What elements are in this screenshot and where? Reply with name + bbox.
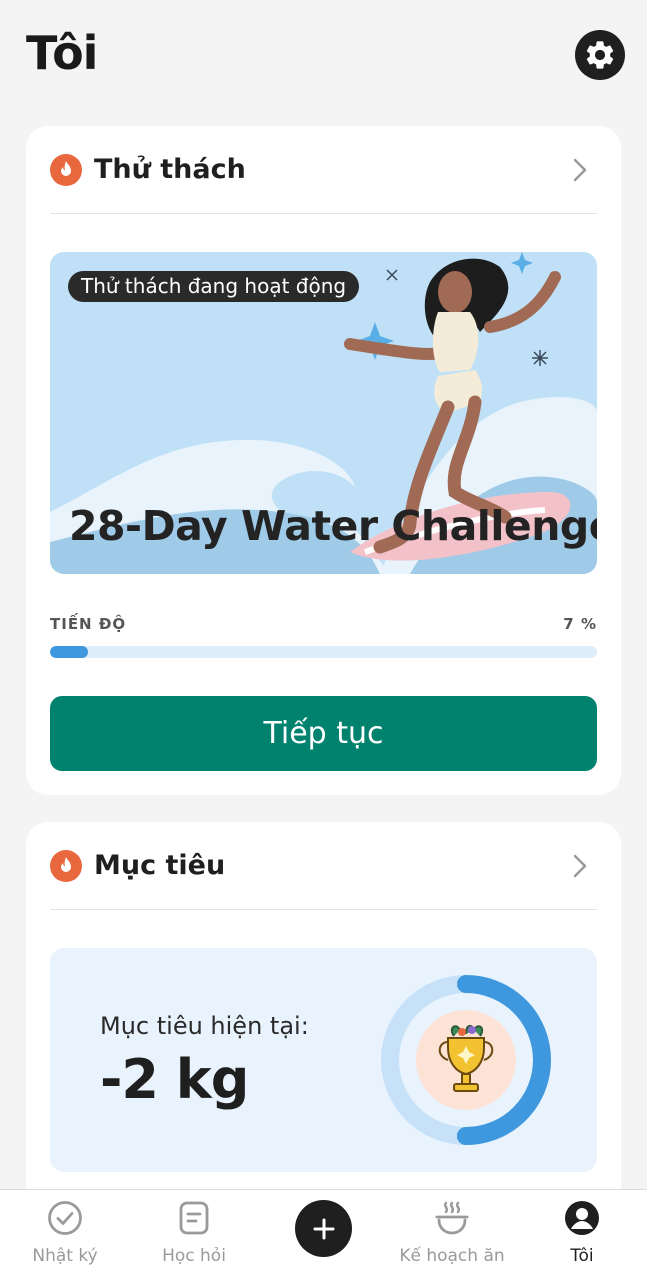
settings-button[interactable] bbox=[575, 30, 625, 80]
gear-icon bbox=[586, 41, 614, 69]
goal-progress-ring bbox=[381, 975, 551, 1145]
nav-label: Kế hoạch ăn bbox=[399, 1246, 505, 1266]
page-title: Tôi bbox=[26, 26, 98, 80]
challenge-header[interactable]: Thử thách bbox=[50, 126, 597, 214]
check-circle-icon bbox=[48, 1201, 82, 1235]
nav-label: Nhật ký bbox=[32, 1246, 98, 1266]
fire-icon bbox=[50, 153, 82, 186]
nav-label: Tôi bbox=[570, 1246, 594, 1266]
nav-item-diary[interactable]: Nhật ký bbox=[0, 1190, 130, 1280]
challenge-card: Thử thách Thử thách đang hoạt động 28-Da… bbox=[26, 126, 621, 795]
nav-item-profile[interactable]: Tôi bbox=[517, 1190, 647, 1280]
goal-card: Mục tiêu Mục tiêu hiện tại: -2 kg bbox=[26, 822, 621, 1242]
plus-icon bbox=[313, 1218, 334, 1239]
current-goal-label: Mục tiêu hiện tại: bbox=[100, 1012, 309, 1040]
progress-bar bbox=[50, 646, 597, 658]
progress-label: TIẾN ĐỘ bbox=[50, 615, 127, 633]
progress-bar-fill bbox=[50, 646, 89, 658]
current-goal-panel[interactable]: Mục tiêu hiện tại: -2 kg bbox=[50, 948, 597, 1172]
bottom-navigation: Nhật ký Học hỏi Kế hoạch ăn Tôi bbox=[0, 1189, 647, 1280]
challenge-name: 28-Day Water Challenge bbox=[69, 502, 597, 550]
continue-button[interactable]: Tiếp tục bbox=[50, 696, 597, 771]
active-challenge-badge: Thử thách đang hoạt động bbox=[68, 271, 360, 302]
goal-title: Mục tiêu bbox=[94, 850, 226, 881]
steaming-bowl-icon bbox=[435, 1201, 469, 1235]
nav-item-meal-plan[interactable]: Kế hoạch ăn bbox=[387, 1190, 517, 1280]
challenge-title: Thử thách bbox=[94, 154, 246, 185]
notebook-icon bbox=[179, 1201, 209, 1235]
user-icon bbox=[565, 1201, 599, 1235]
goal-header[interactable]: Mục tiêu bbox=[50, 822, 597, 910]
chevron-right-icon[interactable] bbox=[573, 158, 587, 182]
current-goal-value: -2 kg bbox=[100, 1048, 249, 1111]
nav-label: Học hỏi bbox=[162, 1246, 226, 1266]
chevron-right-icon[interactable] bbox=[573, 854, 587, 878]
fire-icon bbox=[50, 849, 82, 882]
progress-value: 7 % bbox=[563, 615, 597, 633]
challenge-banner[interactable]: Thử thách đang hoạt động 28-Day Water Ch… bbox=[50, 252, 597, 574]
nav-item-learn[interactable]: Học hỏi bbox=[129, 1190, 259, 1280]
add-button[interactable] bbox=[295, 1200, 352, 1257]
